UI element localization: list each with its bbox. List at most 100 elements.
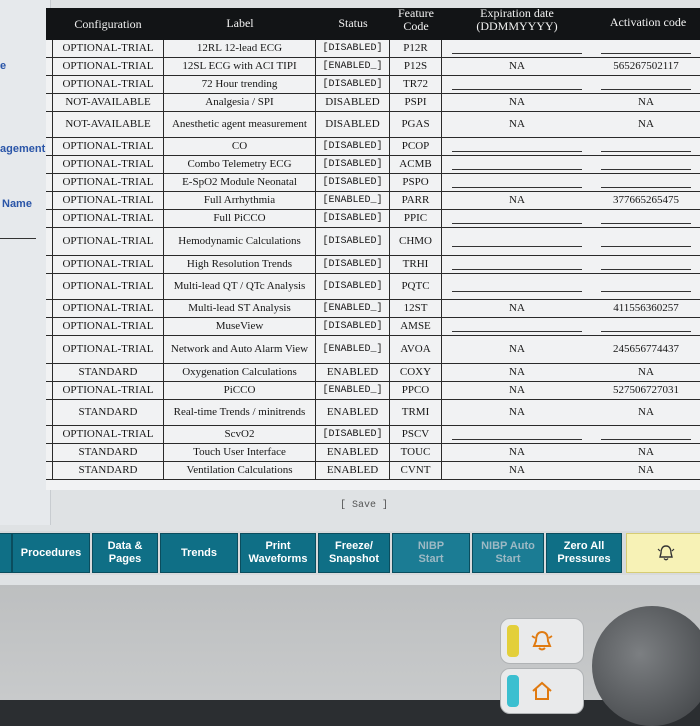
row-activation-code[interactable]: NA: [596, 112, 696, 137]
table-row[interactable]: NOT-AVAILABLE Anesthetic agent measuremen…: [46, 112, 700, 138]
table-row[interactable]: OPTIONAL-TRIAL ScvO2 [DISABLED] PSCV: [46, 426, 700, 444]
row-activation-code[interactable]: [596, 174, 696, 191]
left-panel-item[interactable]: e: [0, 60, 6, 72]
row-expiration-date[interactable]: NA: [442, 112, 592, 137]
row-expiration-date[interactable]: [442, 138, 592, 155]
row-expiration-date[interactable]: [442, 40, 592, 57]
row-expiration-date[interactable]: NA: [442, 58, 592, 75]
row-activation-code[interactable]: [596, 76, 696, 93]
row-activation-code[interactable]: [596, 156, 696, 173]
row-expiration-date[interactable]: NA: [442, 336, 592, 363]
table-row[interactable]: OPTIONAL-TRIAL Multi-lead ST Analysis [ENA…: [46, 300, 700, 318]
table-row[interactable]: OPTIONAL-TRIAL MuseView [DISABLED] AMSE: [46, 318, 700, 336]
table-row[interactable]: OPTIONAL-TRIAL Network and Auto Alarm Vie…: [46, 336, 700, 364]
row-expiration-date[interactable]: [442, 274, 592, 299]
rotary-knob[interactable]: [592, 606, 700, 726]
left-panel-item[interactable]: agement: [0, 143, 45, 155]
row-activation-code[interactable]: NA: [596, 462, 696, 479]
procedures-button[interactable]: Procedures: [12, 533, 90, 573]
row-expiration-date[interactable]: NA: [442, 462, 592, 479]
table-row[interactable]: STANDARD Real-time Trends / minitrends ENA…: [46, 400, 700, 426]
row-status-text: [DISABLED]: [322, 429, 383, 440]
row-feature-code: PSPO: [390, 174, 442, 191]
row-configuration: OPTIONAL-TRIAL: [52, 300, 164, 317]
row-activation-code[interactable]: [596, 274, 696, 299]
data-pages-button[interactable]: Data & Pages: [92, 533, 158, 573]
row-expiration-date[interactable]: NA: [442, 382, 592, 399]
row-activation-code[interactable]: [596, 256, 696, 273]
row-activation-code-text: 411556360257: [613, 302, 679, 314]
trends-button[interactable]: Trends: [160, 533, 238, 573]
table-row[interactable]: STANDARD Oxygenation Calculations ENABLED C…: [46, 364, 700, 382]
table-row[interactable]: STANDARD Touch User Interface ENABLED TOUC N…: [46, 444, 700, 462]
row-expiration-date[interactable]: [442, 426, 592, 443]
table-row[interactable]: OPTIONAL-TRIAL High Resolution Trends [DIS…: [46, 256, 700, 274]
row-activation-code[interactable]: NA: [596, 364, 696, 381]
empty-entry-line: [452, 291, 582, 292]
print-waveforms-button[interactable]: Print Waveforms: [240, 533, 316, 573]
row-expiration-date[interactable]: NA: [442, 364, 592, 381]
zero-all-pressures-button[interactable]: Zero All Pressures: [546, 533, 622, 573]
table-row[interactable]: OPTIONAL-TRIAL PiCCO [ENABLED_] PPCO NA 52750…: [46, 382, 700, 400]
row-activation-code[interactable]: NA: [596, 400, 696, 425]
table-row[interactable]: OPTIONAL-TRIAL E-SpO2 Module Neonatal [DIS…: [46, 174, 700, 192]
menu-edge-button[interactable]: [0, 533, 12, 573]
row-activation-code[interactable]: [596, 318, 696, 335]
freeze-snapshot-button[interactable]: Freeze/ Snapshot: [318, 533, 390, 573]
row-activation-code[interactable]: 565267502117: [596, 58, 696, 75]
table-row[interactable]: OPTIONAL-TRIAL Combo Telemetry ECG [DISABL…: [46, 156, 700, 174]
row-activation-code[interactable]: NA: [596, 444, 696, 461]
row-expiration-date[interactable]: NA: [442, 300, 592, 317]
row-expiration-date[interactable]: [442, 76, 592, 93]
table-row[interactable]: OPTIONAL-TRIAL Hemodynamic Calculations [D…: [46, 228, 700, 256]
hardware-home-button[interactable]: [500, 668, 584, 714]
row-configuration-text: STANDARD: [78, 366, 138, 378]
left-panel-item[interactable]: Name: [2, 198, 32, 210]
hardware-alarm-button[interactable]: [500, 618, 584, 664]
row-status-text: ENABLED: [326, 446, 379, 458]
table-row[interactable]: OPTIONAL-TRIAL Full PiCCO [DISABLED] PPIC: [46, 210, 700, 228]
row-status: [DISABLED]: [316, 228, 390, 255]
table-row[interactable]: OPTIONAL-TRIAL 12SL ECG with ACI TIPI [ENA…: [46, 58, 700, 76]
row-expiration-date[interactable]: NA: [442, 400, 592, 425]
row-expiration-date[interactable]: [442, 256, 592, 273]
nibp-auto-start-button[interactable]: NIBP Auto Start: [472, 533, 544, 573]
alarm-button[interactable]: [626, 533, 700, 573]
row-activation-code[interactable]: [596, 138, 696, 155]
row-label: 12SL ECG with ACI TIPI: [164, 58, 316, 75]
row-expiration-date[interactable]: NA: [442, 444, 592, 461]
row-activation-code[interactable]: 245656774437: [596, 336, 696, 363]
row-activation-code[interactable]: [596, 210, 696, 227]
row-activation-code[interactable]: 411556360257: [596, 300, 696, 317]
row-expiration-date[interactable]: [442, 210, 592, 227]
row-activation-code[interactable]: [596, 426, 696, 443]
row-feature-code: PGAS: [390, 112, 442, 137]
row-configuration: STANDARD: [52, 462, 164, 479]
table-row[interactable]: NOT-AVAILABLE Analgesia / SPI DISABLED PSPI…: [46, 94, 700, 112]
table-row[interactable]: OPTIONAL-TRIAL CO [DISABLED] PCOP: [46, 138, 700, 156]
row-activation-code[interactable]: NA: [596, 94, 696, 111]
empty-entry-line: [452, 187, 582, 188]
row-status-text: [DISABLED]: [322, 141, 383, 152]
row-expiration-date[interactable]: [442, 156, 592, 173]
row-status: [DISABLED]: [316, 426, 390, 443]
row-activation-code[interactable]: 377665265475: [596, 192, 696, 209]
table-row[interactable]: OPTIONAL-TRIAL 72 Hour trending [DISABLED]…: [46, 76, 700, 94]
table-row[interactable]: STANDARD Ventilation Calculations ENABLED C…: [46, 462, 700, 480]
row-expiration-date[interactable]: [442, 318, 592, 335]
save-button[interactable]: [ Save ]: [340, 500, 388, 511]
row-status: [DISABLED]: [316, 40, 390, 57]
row-expiration-date[interactable]: NA: [442, 192, 592, 209]
row-expiration-date[interactable]: [442, 228, 592, 255]
row-activation-code[interactable]: 527506727031: [596, 382, 696, 399]
row-expiration-date[interactable]: [442, 174, 592, 191]
table-row[interactable]: OPTIONAL-TRIAL 12RL 12-lead ECG [DISABLED]…: [46, 40, 700, 58]
row-activation-code[interactable]: [596, 228, 696, 255]
row-expiration-date[interactable]: NA: [442, 94, 592, 111]
row-configuration-text: OPTIONAL-TRIAL: [62, 60, 154, 72]
row-activation-code[interactable]: [596, 40, 696, 57]
alarm-indicator-stripe: [507, 625, 519, 657]
table-row[interactable]: OPTIONAL-TRIAL Multi-lead QT / QTc Analys…: [46, 274, 700, 300]
nibp-start-button[interactable]: NIBP Start: [392, 533, 470, 573]
table-row[interactable]: OPTIONAL-TRIAL Full Arrhythmia [ENABLED_] P…: [46, 192, 700, 210]
